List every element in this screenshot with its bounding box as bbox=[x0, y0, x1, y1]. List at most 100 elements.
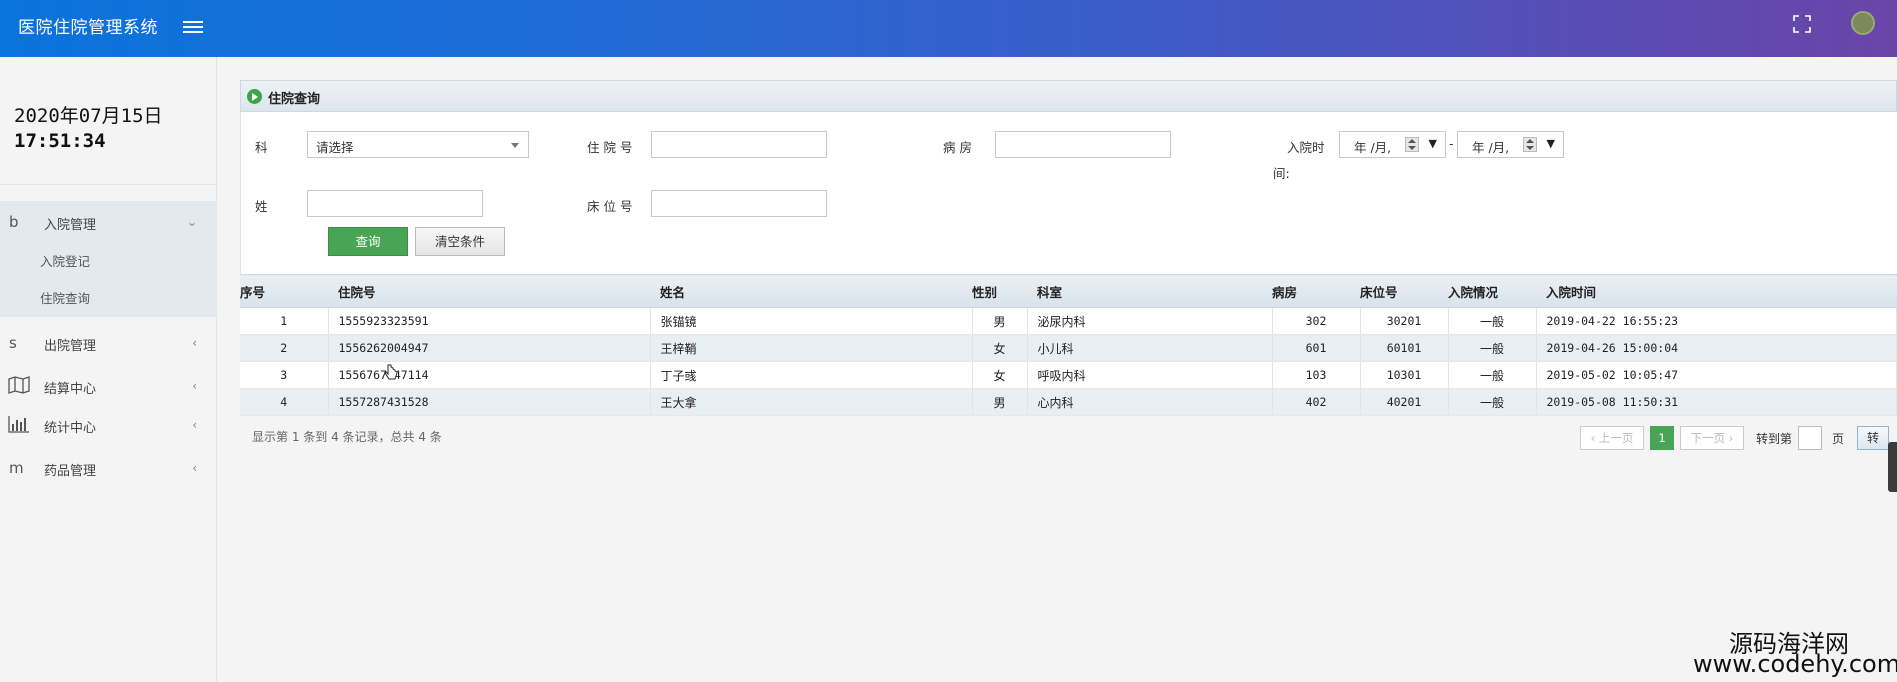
top-header: 医院住院管理系统 bbox=[0, 0, 1897, 57]
table-row[interactable]: 2 1556262004947 王梓鞘 女 小儿科 601 60101 一般 2… bbox=[240, 334, 1897, 362]
sidebar-group-admission: b 入院管理 ⌄ 入院登记 住院查询 bbox=[0, 201, 217, 317]
dropdown-icon[interactable]: ▼ bbox=[1429, 137, 1437, 150]
cell-admit-time: 2019-04-22 16:55:23 bbox=[1536, 307, 1897, 335]
sidebar-item-discharge[interactable]: s 出院管理 ‹ bbox=[0, 322, 217, 364]
prev-page-button[interactable]: ‹ 上一页 bbox=[1580, 426, 1644, 450]
admit-time-label: 入院时 bbox=[1287, 140, 1325, 155]
cell-name: 丁子彧 bbox=[650, 361, 973, 389]
goto-button[interactable]: 转 bbox=[1857, 426, 1889, 450]
col-header[interactable]: 科室 bbox=[1027, 274, 1272, 308]
bed-no-input[interactable] bbox=[651, 190, 827, 217]
sidebar-item-label: 结算中心 bbox=[44, 382, 97, 397]
admission-icon: b bbox=[9, 213, 19, 231]
cell-index: 4 bbox=[240, 388, 329, 416]
goto-prefix: 转到第 bbox=[1756, 432, 1793, 446]
cell-status: 一般 bbox=[1448, 361, 1537, 389]
cell-admit-time: 2019-04-26 15:00:04 bbox=[1536, 334, 1897, 362]
cell-dept: 小儿科 bbox=[1027, 334, 1273, 362]
cell-dept: 心内科 bbox=[1027, 388, 1273, 416]
cell-admit-time: 2019-05-08 11:50:31 bbox=[1536, 388, 1897, 416]
table-row[interactable]: 4 1557287431528 王大拿 男 心内科 402 40201 一般 2… bbox=[240, 388, 1897, 416]
clear-conditions-button[interactable]: 清空条件 bbox=[415, 227, 505, 256]
scrollbar-handle[interactable] bbox=[1888, 442, 1897, 492]
name-label: 姓 bbox=[255, 199, 268, 214]
admission-no-label: 住 院 号 bbox=[587, 140, 633, 155]
col-header[interactable]: 入院情况 bbox=[1448, 274, 1536, 308]
ward-label: 病 房 bbox=[943, 140, 972, 155]
cell-bed: 40201 bbox=[1360, 388, 1449, 416]
goto-page-input[interactable] bbox=[1798, 426, 1822, 450]
cell-admission-no: 1556767647114 bbox=[328, 361, 651, 389]
map-icon bbox=[8, 376, 30, 394]
col-header[interactable]: 住院号 bbox=[328, 274, 650, 308]
cell-name: 王梓鞘 bbox=[650, 334, 973, 362]
date-from-input[interactable]: 年 /月, ▼ bbox=[1339, 131, 1446, 158]
cell-status: 一般 bbox=[1448, 307, 1537, 335]
col-header[interactable]: 入院时间 bbox=[1536, 274, 1897, 308]
sidebar: 2020年07月15日 17:51:34 b 入院管理 ⌄ 入院登记 住院查询 … bbox=[0, 57, 217, 682]
table-row[interactable]: 3 1556767647114 丁子彧 女 呼吸内科 103 10301 一般 … bbox=[240, 361, 1897, 389]
sidebar-item-pharmacy[interactable]: m 药品管理 ‹ bbox=[0, 447, 217, 489]
table-row[interactable]: 1 1555923323591 张锚镜 男 泌尿内科 302 30201 一般 … bbox=[240, 307, 1897, 335]
spinner-icon[interactable] bbox=[1523, 137, 1537, 152]
discharge-icon: s bbox=[9, 334, 17, 352]
next-page-button[interactable]: 下一页 › bbox=[1680, 426, 1744, 450]
col-header[interactable]: 序号 bbox=[240, 274, 328, 308]
sidebar-item-label: 出院管理 bbox=[44, 339, 97, 354]
table-header-row: 序号 住院号 姓名 性别 科室 病房 床位号 入院情况 入院时间 bbox=[240, 274, 1897, 308]
sidebar-subitem-admission-register[interactable]: 入院登记 bbox=[0, 243, 217, 280]
cell-gender: 女 bbox=[972, 361, 1028, 389]
chevron-left-icon: ‹ bbox=[192, 418, 197, 432]
play-circle-icon bbox=[247, 89, 262, 104]
page-1-button[interactable]: 1 bbox=[1650, 426, 1674, 450]
admit-time-label-cont: 间: bbox=[1273, 166, 1290, 181]
cell-bed: 60101 bbox=[1360, 334, 1449, 362]
sidebar-subitem-inpatient-query[interactable]: 住院查询 bbox=[0, 280, 217, 317]
cell-ward: 601 bbox=[1272, 334, 1361, 362]
panel-header: 住院查询 bbox=[240, 80, 1897, 112]
hand-cursor-icon bbox=[384, 364, 398, 380]
sidebar-item-admission[interactable]: b 入院管理 ⌄ bbox=[0, 201, 217, 243]
admission-no-input[interactable] bbox=[651, 131, 827, 158]
clock: 2020年07月15日 17:51:34 bbox=[14, 104, 163, 154]
name-input[interactable] bbox=[307, 190, 483, 217]
sidebar-item-billing[interactable]: 结算中心 ‹ bbox=[0, 365, 217, 407]
avatar[interactable] bbox=[1851, 11, 1875, 35]
sidebar-group-pharmacy: m 药品管理 ‹ bbox=[0, 447, 217, 489]
dropdown-icon[interactable]: ▼ bbox=[1547, 137, 1555, 150]
sidebar-group-discharge: s 出院管理 ‹ bbox=[0, 322, 217, 364]
ward-input[interactable] bbox=[995, 131, 1171, 158]
chevron-left-icon: ‹ bbox=[192, 336, 197, 350]
cell-gender: 男 bbox=[972, 307, 1028, 335]
date-from-value: 年 /月, bbox=[1354, 140, 1392, 155]
col-header[interactable]: 床位号 bbox=[1360, 274, 1448, 308]
expand-icon[interactable] bbox=[1793, 15, 1811, 33]
watermark-url: www.codehy.com bbox=[1693, 650, 1897, 678]
cell-admit-time: 2019-05-02 10:05:47 bbox=[1536, 361, 1897, 389]
cell-admission-no: 1556262004947 bbox=[328, 334, 651, 362]
spinner-icon[interactable] bbox=[1405, 137, 1419, 152]
sidebar-item-statistics[interactable]: 统计中心 ‹ bbox=[0, 404, 217, 446]
sidebar-group-billing: 结算中心 ‹ bbox=[0, 365, 217, 407]
date-to-value: 年 /月, bbox=[1472, 140, 1510, 155]
col-header[interactable]: 姓名 bbox=[650, 274, 972, 308]
cell-index: 2 bbox=[240, 334, 329, 362]
hamburger-icon[interactable] bbox=[183, 18, 203, 34]
goto-suffix: 页 bbox=[1832, 432, 1845, 446]
sidebar-item-label: 统计中心 bbox=[44, 421, 97, 436]
dept-select[interactable]: 请选择 bbox=[307, 131, 529, 158]
sidebar-item-label: 药品管理 bbox=[44, 464, 97, 479]
date-to-input[interactable]: 年 /月, ▼ bbox=[1457, 131, 1564, 158]
current-date: 2020年07月15日 bbox=[14, 105, 163, 127]
inpatient-table: 序号 住院号 姓名 性别 科室 病房 床位号 入院情况 入院时间 1 15559… bbox=[240, 274, 1897, 416]
main-content: 住院查询 科 请选择 住 院 号 病 房 入院时 间: 年 /月, ▼ - 年 … bbox=[240, 80, 1897, 682]
cell-ward: 402 bbox=[1272, 388, 1361, 416]
cell-bed: 10301 bbox=[1360, 361, 1449, 389]
dept-label: 科 bbox=[255, 140, 268, 155]
search-button[interactable]: 查询 bbox=[328, 227, 408, 256]
chevron-left-icon: ‹ bbox=[192, 461, 197, 475]
bar-chart-icon bbox=[8, 416, 29, 433]
col-header[interactable]: 病房 bbox=[1272, 274, 1360, 308]
col-header[interactable]: 性别 bbox=[972, 274, 1027, 308]
chevron-left-icon: ‹ bbox=[192, 379, 197, 393]
